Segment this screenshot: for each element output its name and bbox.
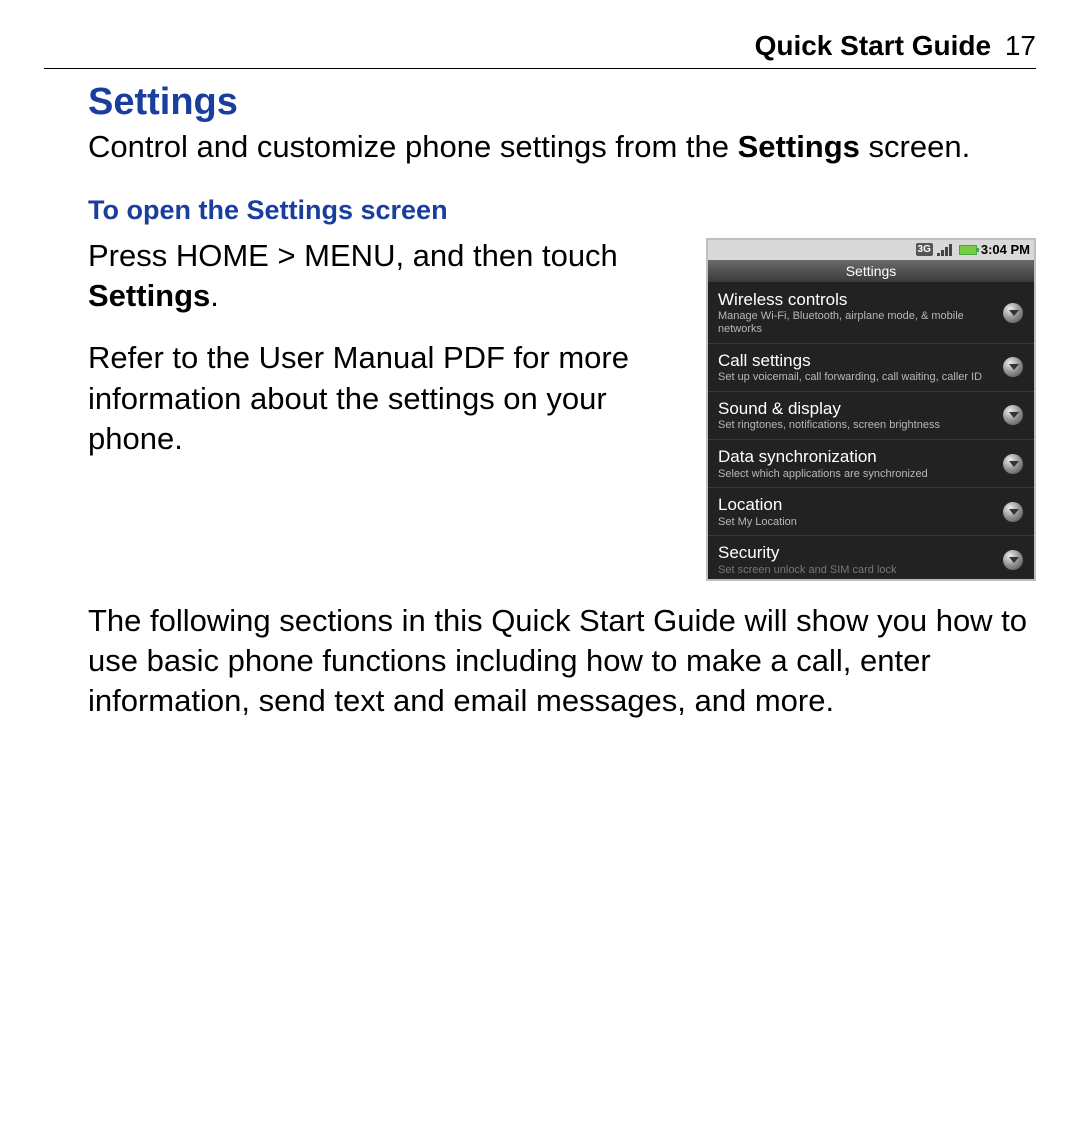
phone-status-bar: 3G 3:04 PM bbox=[708, 240, 1034, 260]
page-header: Quick Start Guide 17 bbox=[44, 30, 1036, 69]
status-time: 3:04 PM bbox=[981, 242, 1030, 257]
row-desc: Set up voicemail, call forwarding, call … bbox=[718, 371, 994, 384]
row-desc: Set screen unlock and SIM card lock bbox=[718, 564, 994, 577]
phone-screenshot: 3G 3:04 PM Settings Wireless controls Ma… bbox=[706, 238, 1036, 581]
p1-after: . bbox=[210, 278, 219, 313]
chevron-down-icon bbox=[1002, 501, 1024, 523]
p1-bold: Settings bbox=[88, 278, 210, 313]
intro-text: Control and customize phone settings fro… bbox=[88, 129, 738, 164]
section-title: Settings bbox=[88, 81, 1036, 124]
closing-paragraph: The following sections in this Quick Sta… bbox=[44, 601, 1036, 722]
header-title: Quick Start Guide bbox=[755, 30, 992, 61]
chevron-down-icon bbox=[1002, 549, 1024, 571]
battery-icon bbox=[959, 245, 977, 255]
p1-before: Press HOME > MENU, and then touch bbox=[88, 238, 618, 273]
network-3g-icon: 3G bbox=[916, 243, 933, 256]
intro-paragraph: Control and customize phone settings fro… bbox=[88, 128, 1036, 167]
page-number: 17 bbox=[1005, 30, 1036, 61]
row-desc: Select which applications are synchroniz… bbox=[718, 468, 994, 481]
signal-icon bbox=[937, 244, 955, 256]
subsection-title: To open the Settings screen bbox=[88, 195, 1036, 226]
row-title: Location bbox=[718, 495, 994, 515]
settings-row-wireless[interactable]: Wireless controls Manage Wi-Fi, Bluetoot… bbox=[708, 283, 1034, 344]
row-title: Data synchronization bbox=[718, 447, 994, 467]
row-desc: Manage Wi-Fi, Bluetooth, airplane mode, … bbox=[718, 310, 994, 335]
phone-title-bar: Settings bbox=[708, 260, 1034, 283]
row-title: Wireless controls bbox=[718, 290, 994, 310]
chevron-down-icon bbox=[1002, 453, 1024, 475]
settings-row-location[interactable]: Location Set My Location bbox=[708, 488, 1034, 536]
settings-row-sound[interactable]: Sound & display Set ringtones, notificat… bbox=[708, 392, 1034, 440]
settings-row-data-sync[interactable]: Data synchronization Select which applic… bbox=[708, 440, 1034, 488]
row-desc: Set My Location bbox=[718, 516, 994, 529]
intro-bold: Settings bbox=[738, 129, 860, 164]
row-title: Security bbox=[718, 543, 994, 563]
chevron-down-icon bbox=[1002, 302, 1024, 324]
settings-row-call[interactable]: Call settings Set up voicemail, call for… bbox=[708, 344, 1034, 392]
row-title: Sound & display bbox=[718, 399, 994, 419]
chevron-down-icon bbox=[1002, 404, 1024, 426]
instruction-1: Press HOME > MENU, and then touch Settin… bbox=[88, 236, 682, 317]
instruction-2: Refer to the User Manual PDF for more in… bbox=[88, 338, 682, 459]
chevron-down-icon bbox=[1002, 356, 1024, 378]
row-title: Call settings bbox=[718, 351, 994, 371]
row-desc: Set ringtones, notifications, screen bri… bbox=[718, 419, 994, 432]
settings-row-security[interactable]: Security Set screen unlock and SIM card … bbox=[708, 536, 1034, 578]
intro-after: screen. bbox=[860, 129, 970, 164]
